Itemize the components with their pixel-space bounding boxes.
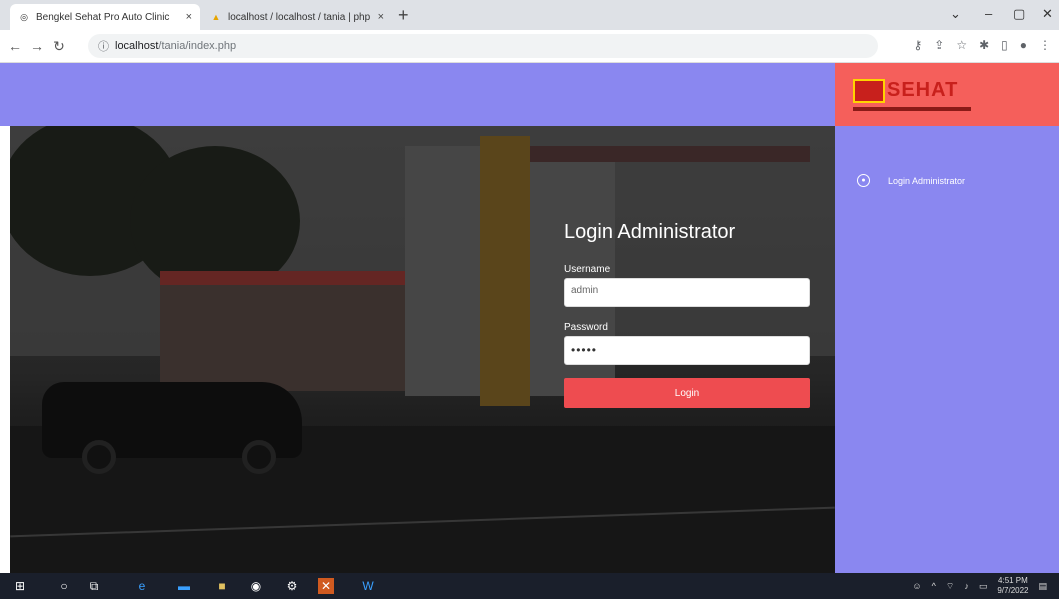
bookmark-star-icon[interactable]: ☆ bbox=[956, 38, 967, 52]
mail-icon[interactable]: ▬ bbox=[176, 578, 192, 594]
sidepanel-icon[interactable]: ▯ bbox=[1001, 38, 1008, 52]
edge-icon[interactable]: e bbox=[134, 578, 150, 594]
system-tray: ☺ ^ ⌔ ♪ ▭ 4:51 PM 9/7/2022 ▤ bbox=[912, 576, 1047, 596]
url-path: /tania/index.php bbox=[158, 40, 237, 52]
toolbar-actions: ⚷ ⇪ ☆ ✱ ▯ ● ⋮ bbox=[913, 38, 1051, 52]
extensions-icon[interactable]: ✱ bbox=[979, 38, 989, 52]
volume-icon[interactable]: ♪ bbox=[964, 581, 969, 591]
sehat-logo-icon bbox=[853, 79, 885, 103]
task-view-icon[interactable]: ⧉ bbox=[86, 578, 102, 594]
tab-bengkel-sehat[interactable]: ◎ Bengkel Sehat Pro Auto Clinic × bbox=[10, 4, 200, 30]
logo-underline bbox=[853, 107, 971, 111]
username-input[interactable]: admin bbox=[564, 278, 810, 307]
password-input[interactable]: ••••• bbox=[564, 336, 810, 365]
login-button[interactable]: Login bbox=[564, 378, 810, 408]
windows-taskbar: ⊞ ○ ⧉ e ▬ ■ ◉ ⚙ ✕ W ☺ ^ ⌔ ♪ ▭ 4:51 PM 9/… bbox=[0, 573, 1059, 599]
minimize-icon[interactable]: – bbox=[985, 6, 992, 21]
web-page: Login Administrator Username admin Passw… bbox=[0, 63, 1059, 573]
browser-tab-bar: ◎ Bengkel Sehat Pro Auto Clinic × ▲ loca… bbox=[0, 0, 1059, 30]
tab-localhost[interactable]: ▲ localhost / localhost / tania | php × bbox=[202, 4, 392, 30]
login-form: Login Administrator Username admin Passw… bbox=[564, 221, 812, 408]
notification-icon[interactable]: ▤ bbox=[1038, 581, 1047, 592]
brand-name: SEHAT bbox=[887, 79, 959, 101]
tab-title: localhost / localhost / tania | php bbox=[228, 11, 371, 23]
url-host: localhost bbox=[115, 40, 159, 52]
file-explorer-icon[interactable]: ■ bbox=[214, 578, 230, 594]
profile-icon[interactable]: ● bbox=[1020, 38, 1027, 52]
key-icon[interactable]: ⚷ bbox=[913, 38, 922, 52]
user-circle-icon: ● bbox=[857, 174, 870, 187]
site-favicon-icon: ◎ bbox=[20, 11, 28, 22]
word-icon[interactable]: W bbox=[360, 578, 376, 594]
tab-title: Bengkel Sehat Pro Auto Clinic bbox=[36, 11, 170, 23]
tab-search-icon[interactable]: ⌄ bbox=[950, 6, 961, 22]
battery-icon[interactable]: ▭ bbox=[979, 581, 988, 592]
sidebar-item-login-admin[interactable]: ● Login Administrator bbox=[857, 174, 965, 187]
network-icon[interactable]: ⌔ bbox=[946, 581, 954, 592]
login-title: Login Administrator bbox=[564, 221, 736, 243]
share-icon[interactable]: ⇪ bbox=[934, 38, 944, 52]
close-tab-icon[interactable]: × bbox=[186, 11, 192, 23]
header-band bbox=[0, 63, 835, 126]
clock-time: 4:51 PM bbox=[998, 576, 1028, 585]
browser-toolbar: ← → ↻ ⓘ localhost /tania/index.php ⚷ ⇪ ☆… bbox=[0, 30, 1059, 63]
sidebar: ● Login Administrator bbox=[835, 126, 1059, 573]
chrome-icon[interactable]: ◉ bbox=[248, 578, 264, 594]
reload-icon[interactable]: ↻ bbox=[48, 38, 70, 55]
close-window-icon[interactable]: ✕ bbox=[1042, 6, 1053, 22]
settings-icon[interactable]: ⚙ bbox=[284, 578, 300, 594]
phpmyadmin-favicon-icon: ▲ bbox=[211, 12, 221, 22]
address-bar[interactable]: ⓘ localhost /tania/index.php bbox=[88, 34, 878, 58]
new-tab-icon[interactable]: + bbox=[398, 5, 409, 26]
clock-date: 9/7/2022 bbox=[997, 586, 1029, 595]
site-info-icon[interactable]: ⓘ bbox=[98, 38, 109, 54]
close-tab-icon[interactable]: × bbox=[378, 11, 384, 23]
brand-logo-area[interactable]: SEHAT bbox=[835, 63, 1059, 126]
search-icon[interactable]: ○ bbox=[56, 578, 72, 594]
windows-start-icon[interactable]: ⊞ bbox=[12, 578, 28, 594]
back-icon[interactable]: ← bbox=[4, 38, 26, 54]
hero-background-photo: Login Administrator Username admin Passw… bbox=[10, 126, 835, 573]
password-label: Password bbox=[564, 322, 608, 333]
sidebar-item-label: Login Administrator bbox=[888, 175, 966, 186]
forward-icon[interactable]: → bbox=[26, 38, 48, 54]
xampp-icon[interactable]: ✕ bbox=[318, 578, 334, 594]
username-label: Username bbox=[564, 264, 611, 275]
clock[interactable]: 4:51 PM 9/7/2022 bbox=[997, 576, 1028, 596]
maximize-icon[interactable]: ▢ bbox=[1013, 6, 1025, 22]
menu-icon[interactable]: ⋮ bbox=[1039, 38, 1051, 52]
people-icon[interactable]: ☺ bbox=[912, 581, 921, 591]
chevron-up-icon[interactable]: ^ bbox=[932, 581, 936, 591]
